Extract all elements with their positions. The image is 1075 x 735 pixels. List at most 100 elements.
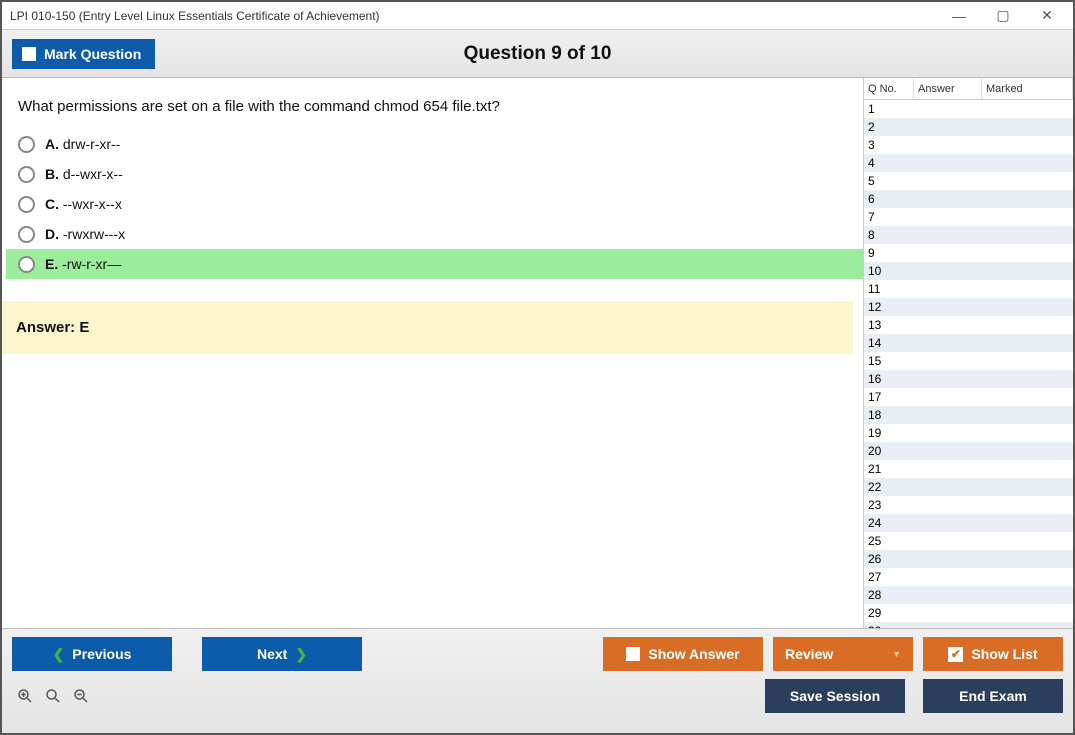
radio-icon	[18, 256, 35, 273]
question-list-row[interactable]: 21	[864, 460, 1073, 478]
mark-question-button[interactable]: Mark Question	[12, 39, 155, 69]
question-list-row[interactable]: 8	[864, 226, 1073, 244]
row-qno: 20	[864, 444, 914, 458]
question-list-row[interactable]: 23	[864, 496, 1073, 514]
question-list-row[interactable]: 19	[864, 424, 1073, 442]
app-window: LPI 010-150 (Entry Level Linux Essential…	[0, 0, 1075, 735]
zoom-in-button[interactable]	[42, 685, 64, 707]
row-qno: 28	[864, 588, 914, 602]
question-list-row[interactable]: 16	[864, 370, 1073, 388]
row-qno: 26	[864, 552, 914, 566]
row-qno: 5	[864, 174, 914, 188]
answer-choice-C[interactable]: C. --wxr-x--x	[6, 189, 863, 219]
row-qno: 18	[864, 408, 914, 422]
question-list-row[interactable]: 9	[864, 244, 1073, 262]
question-list-row[interactable]: 14	[864, 334, 1073, 352]
checkbox-icon	[22, 47, 36, 61]
answer-box: Answer: E	[2, 301, 853, 354]
radio-icon	[18, 136, 35, 153]
show-answer-button[interactable]: Show Answer	[603, 637, 763, 671]
question-list-row[interactable]: 28	[864, 586, 1073, 604]
previous-button[interactable]: ❮ Previous	[12, 637, 172, 671]
question-list[interactable]: 1234567891011121314151617181920212223242…	[864, 100, 1073, 628]
row-qno: 7	[864, 210, 914, 224]
header-bar: Mark Question Question 9 of 10	[2, 30, 1073, 78]
question-list-row[interactable]: 5	[864, 172, 1073, 190]
question-list-row[interactable]: 7	[864, 208, 1073, 226]
row-qno: 9	[864, 246, 914, 260]
answer-choice-D[interactable]: D. -rwxrw---x	[6, 219, 863, 249]
minimize-button[interactable]: —	[937, 3, 981, 29]
question-list-row[interactable]: 13	[864, 316, 1073, 334]
question-list-row[interactable]: 3	[864, 136, 1073, 154]
question-list-row[interactable]: 1	[864, 100, 1073, 118]
question-panel: What permissions are set on a file with …	[2, 78, 863, 628]
row-qno: 15	[864, 354, 914, 368]
question-list-row[interactable]: 12	[864, 298, 1073, 316]
footer-row-2: Save Session End Exam	[12, 679, 1063, 713]
row-qno: 1	[864, 102, 914, 116]
row-qno: 10	[864, 264, 914, 278]
close-button[interactable]: ✕	[1025, 3, 1069, 29]
save-session-button[interactable]: Save Session	[765, 679, 905, 713]
col-header-marked: Marked	[982, 78, 1073, 99]
chevron-left-icon: ❮	[53, 646, 65, 663]
choice-text: C. --wxr-x--x	[45, 196, 122, 212]
next-button[interactable]: Next ❯	[202, 637, 362, 671]
row-qno: 12	[864, 300, 914, 314]
footer-row-1: ❮ Previous Next ❯ Show Answer Review ▼ ✔…	[12, 637, 1063, 671]
question-list-row[interactable]: 24	[864, 514, 1073, 532]
question-list-row[interactable]: 25	[864, 532, 1073, 550]
maximize-button[interactable]: ▢	[981, 3, 1025, 29]
answer-choice-B[interactable]: B. d--wxr-x--	[6, 159, 863, 189]
col-header-qno: Q No.	[864, 78, 914, 99]
row-qno: 11	[864, 282, 914, 296]
row-qno: 6	[864, 192, 914, 206]
zoom-controls	[12, 685, 92, 707]
row-qno: 27	[864, 570, 914, 584]
checkbox-icon	[626, 647, 640, 661]
question-list-row[interactable]: 20	[864, 442, 1073, 460]
question-list-row[interactable]: 2	[864, 118, 1073, 136]
question-list-row[interactable]: 11	[864, 280, 1073, 298]
question-list-row[interactable]: 17	[864, 388, 1073, 406]
footer-toolbar: ❮ Previous Next ❯ Show Answer Review ▼ ✔…	[2, 628, 1073, 733]
answer-choice-A[interactable]: A. drw-r-xr--	[6, 129, 863, 159]
show-list-label: Show List	[971, 646, 1037, 662]
row-qno: 29	[864, 606, 914, 620]
search-icon	[44, 687, 62, 705]
answer-choices: A. drw-r-xr--B. d--wxr-x-- C. --wxr-x--x D…	[2, 129, 863, 279]
question-list-row[interactable]: 15	[864, 352, 1073, 370]
row-qno: 8	[864, 228, 914, 242]
question-list-panel: Q No. Answer Marked 12345678910111213141…	[863, 78, 1073, 628]
end-exam-button[interactable]: End Exam	[923, 679, 1063, 713]
question-list-row[interactable]: 18	[864, 406, 1073, 424]
checkbox-checked-icon: ✔	[948, 647, 963, 662]
review-dropdown[interactable]: Review ▼	[773, 637, 913, 671]
footer-right-buttons: Save Session End Exam	[765, 679, 1063, 713]
chevron-down-icon: ▼	[892, 649, 901, 659]
question-list-header: Q No. Answer Marked	[864, 78, 1073, 100]
review-label: Review	[785, 646, 833, 662]
row-qno: 23	[864, 498, 914, 512]
radio-icon	[18, 196, 35, 213]
radio-icon	[18, 226, 35, 243]
zoom-out-button[interactable]	[70, 685, 92, 707]
question-list-row[interactable]: 4	[864, 154, 1073, 172]
question-list-row[interactable]: 26	[864, 550, 1073, 568]
question-list-row[interactable]: 29	[864, 604, 1073, 622]
radio-icon	[18, 166, 35, 183]
answer-choice-E[interactable]: E. -rw-r-xr—	[6, 249, 863, 279]
zoom-out-icon	[72, 687, 90, 705]
show-list-button[interactable]: ✔ Show List	[923, 637, 1063, 671]
show-answer-label: Show Answer	[648, 646, 739, 662]
question-list-row[interactable]: 22	[864, 478, 1073, 496]
question-list-row[interactable]: 10	[864, 262, 1073, 280]
row-qno: 14	[864, 336, 914, 350]
zoom-reset-button[interactable]	[14, 685, 36, 707]
titlebar: LPI 010-150 (Entry Level Linux Essential…	[2, 2, 1073, 30]
question-list-row[interactable]: 6	[864, 190, 1073, 208]
question-list-row[interactable]: 27	[864, 568, 1073, 586]
col-header-answer: Answer	[914, 78, 982, 99]
window-controls: — ▢ ✕	[937, 3, 1069, 29]
